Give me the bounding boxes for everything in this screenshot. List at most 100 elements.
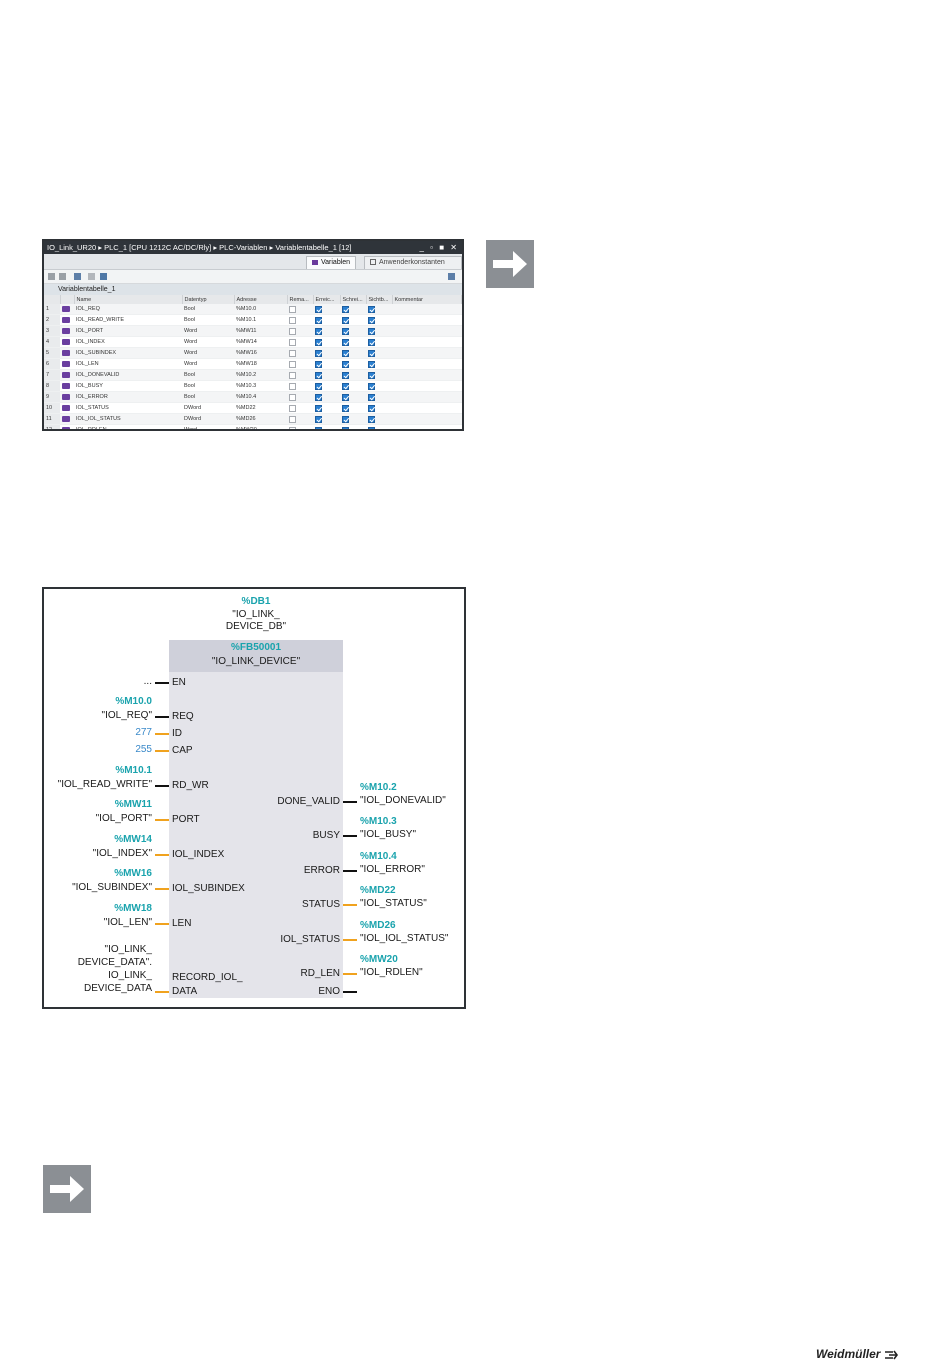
- cell-datatype[interactable]: Word: [182, 424, 234, 429]
- table-row[interactable]: 12 IOL_RDLEN Word %MW20: [44, 424, 462, 429]
- cell-accessible[interactable]: [313, 391, 340, 403]
- cell-name[interactable]: IOL_RDLEN: [74, 424, 182, 429]
- retain-checkbox[interactable]: [289, 338, 296, 346]
- window-controls[interactable]: _ ▫ ■ ✕: [420, 241, 460, 254]
- pin-record-iol-data[interactable]: [155, 991, 169, 993]
- visible-checkbox[interactable]: [368, 415, 375, 423]
- writable-checkbox[interactable]: [342, 338, 349, 346]
- cell-retain[interactable]: [287, 380, 313, 392]
- cell-datatype[interactable]: Bool: [182, 304, 234, 315]
- cell-visible[interactable]: [366, 304, 392, 315]
- writable-checkbox[interactable]: [342, 382, 349, 390]
- pin-busy[interactable]: [343, 835, 357, 837]
- cell-name[interactable]: IOL_LEN: [74, 358, 182, 370]
- cell-datatype[interactable]: DWord: [182, 402, 234, 414]
- row-number[interactable]: 9: [44, 391, 60, 403]
- pin-iol-subindex[interactable]: [155, 888, 169, 890]
- pin-done-valid[interactable]: [343, 801, 357, 803]
- cell-name[interactable]: IOL_PORT: [74, 325, 182, 337]
- column-header[interactable]: [60, 295, 75, 304]
- tab-anwenderkonstanten[interactable]: Anwenderkonstanten: [364, 256, 462, 269]
- pin-cap[interactable]: [155, 750, 169, 752]
- cell-accessible[interactable]: [313, 347, 340, 359]
- pin-iol-status[interactable]: [343, 939, 357, 941]
- pin-eno[interactable]: [343, 991, 357, 993]
- cell-datatype[interactable]: Bool: [182, 314, 234, 326]
- cell-retain[interactable]: [287, 391, 313, 403]
- visible-checkbox[interactable]: [368, 316, 375, 324]
- cell-address[interactable]: %MW14: [234, 336, 287, 348]
- cell-comment[interactable]: [392, 304, 462, 315]
- row-number[interactable]: 11: [44, 413, 60, 425]
- cell-comment[interactable]: [392, 380, 462, 392]
- cell-visible[interactable]: [366, 314, 392, 326]
- cell-writable[interactable]: [340, 314, 366, 326]
- retain-checkbox[interactable]: [289, 393, 296, 401]
- accessible-checkbox[interactable]: [315, 371, 322, 379]
- cell-comment[interactable]: [392, 369, 462, 381]
- cell-writable[interactable]: [340, 380, 366, 392]
- cell-accessible[interactable]: [313, 325, 340, 337]
- cell-address[interactable]: %MW20: [234, 424, 287, 429]
- pin-port[interactable]: [155, 819, 169, 821]
- cell-name[interactable]: IOL_REQ: [74, 304, 182, 315]
- retain-checkbox[interactable]: [289, 404, 296, 412]
- row-number[interactable]: 2: [44, 314, 60, 326]
- cell-comment[interactable]: [392, 402, 462, 414]
- cell-datatype[interactable]: Word: [182, 347, 234, 359]
- row-number[interactable]: 10: [44, 402, 60, 414]
- cell-comment[interactable]: [392, 325, 462, 337]
- column-header[interactable]: Adresse: [234, 295, 288, 304]
- tag-cell[interactable]: [60, 314, 74, 326]
- column-header[interactable]: Kommentar: [392, 295, 462, 304]
- cell-address[interactable]: %MD22: [234, 402, 287, 414]
- row-number[interactable]: 3: [44, 325, 60, 337]
- cell-accessible[interactable]: [313, 336, 340, 348]
- cell-visible[interactable]: [366, 402, 392, 414]
- visible-checkbox[interactable]: [368, 404, 375, 412]
- settings-icon[interactable]: [100, 273, 107, 280]
- pin-req[interactable]: [155, 716, 169, 718]
- cell-visible[interactable]: [366, 336, 392, 348]
- pin-id[interactable]: [155, 733, 169, 735]
- cell-comment[interactable]: [392, 347, 462, 359]
- cell-writable[interactable]: [340, 325, 366, 337]
- retain-checkbox[interactable]: [289, 349, 296, 357]
- column-header[interactable]: Sichtb...: [366, 295, 393, 304]
- cell-retain[interactable]: [287, 358, 313, 370]
- cell-datatype[interactable]: DWord: [182, 413, 234, 425]
- cell-datatype[interactable]: Bool: [182, 380, 234, 392]
- writable-checkbox[interactable]: [342, 404, 349, 412]
- column-header[interactable]: Erreic...: [313, 295, 341, 304]
- cell-retain[interactable]: [287, 325, 313, 337]
- cell-datatype[interactable]: Bool: [182, 369, 234, 381]
- pin-en[interactable]: [155, 682, 169, 684]
- pin-rd-len[interactable]: [343, 973, 357, 975]
- table-row[interactable]: 11 IOL_IOL_STATUS DWord %MD26: [44, 413, 462, 425]
- accessible-checkbox[interactable]: [315, 360, 322, 368]
- cell-retain[interactable]: [287, 304, 313, 315]
- visible-checkbox[interactable]: [368, 371, 375, 379]
- cell-address[interactable]: %M10.0: [234, 304, 287, 315]
- cell-writable[interactable]: [340, 347, 366, 359]
- cell-retain[interactable]: [287, 402, 313, 414]
- accessible-checkbox[interactable]: [315, 338, 322, 346]
- cell-accessible[interactable]: [313, 304, 340, 315]
- pin-iol-index[interactable]: [155, 854, 169, 856]
- cell-retain[interactable]: [287, 314, 313, 326]
- cell-writable[interactable]: [340, 358, 366, 370]
- cell-visible[interactable]: [366, 358, 392, 370]
- cell-retain[interactable]: [287, 413, 313, 425]
- table-row[interactable]: 6 IOL_LEN Word %MW18: [44, 358, 462, 370]
- table-row[interactable]: 5 IOL_SUBINDEX Word %MW16: [44, 347, 462, 359]
- accessible-checkbox[interactable]: [315, 393, 322, 401]
- tag-cell[interactable]: [60, 336, 74, 348]
- row-number[interactable]: 8: [44, 380, 60, 392]
- accessible-checkbox[interactable]: [315, 327, 322, 335]
- cell-writable[interactable]: [340, 413, 366, 425]
- tag-cell[interactable]: [60, 413, 74, 425]
- tag-cell[interactable]: [60, 380, 74, 392]
- cell-accessible[interactable]: [313, 380, 340, 392]
- tab-variablen[interactable]: Variablen: [306, 256, 357, 269]
- accessible-checkbox[interactable]: [315, 382, 322, 390]
